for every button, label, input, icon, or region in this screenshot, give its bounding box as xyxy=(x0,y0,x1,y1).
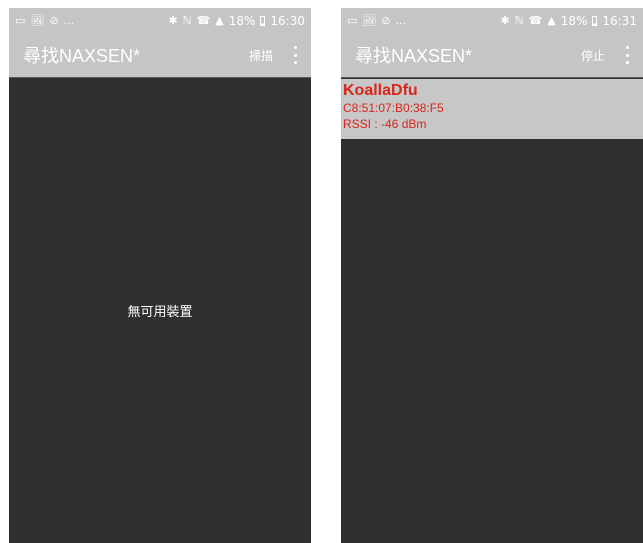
app-actions: 掃描 xyxy=(249,46,301,64)
overflow-menu-icon[interactable] xyxy=(621,46,633,64)
status-bar: ▭ 🖼 ⊘ ... ✱ ℕ ☎ ▲ 18% 16:30 xyxy=(9,8,311,33)
mute-icon: ℕ xyxy=(182,14,192,27)
more-notifications-icon: ... xyxy=(395,14,407,27)
battery-icon xyxy=(260,15,266,26)
wifi-icon: ☎ xyxy=(196,14,211,27)
overflow-menu-icon[interactable] xyxy=(289,46,301,64)
app-title: 尋找NAXSEN* xyxy=(23,46,141,66)
empty-message: 無可用裝置 xyxy=(127,305,193,320)
status-left-icons: ▭ 🖼 ⊘ ... xyxy=(347,15,406,26)
status-left-icons: ▭ 🖼 ⊘ ... xyxy=(15,15,74,26)
app-bar: 尋找NAXSEN* 停止 xyxy=(341,33,643,78)
block-icon: ⊘ xyxy=(381,14,391,27)
phone-screen-scan: ▭ 🖼 ⊘ ... ✱ ℕ ☎ ▲ 18% 16:30 尋找NAXSEN* 掃描… xyxy=(9,8,311,543)
app-actions: 停止 xyxy=(581,46,633,64)
signal-icon: ▲ xyxy=(547,14,556,27)
status-bar: ▭ 🖼 ⊘ ... ✱ ℕ ☎ ▲ 18% 16:31 xyxy=(341,8,643,33)
battery-percent: 18% xyxy=(228,13,256,28)
status-right: ✱ ℕ ☎ ▲ 18% 16:30 xyxy=(169,14,305,28)
screenshot-icon: ▭ xyxy=(15,14,26,27)
app-title: 尋找NAXSEN* xyxy=(355,46,473,66)
image-icon: 🖼 xyxy=(30,14,45,27)
status-time: 16:30 xyxy=(270,13,305,28)
scan-button[interactable]: 掃描 xyxy=(249,47,273,64)
bluetooth-icon: ✱ xyxy=(500,14,510,27)
device-name: KoallaDfu xyxy=(343,82,418,99)
status-time: 16:31 xyxy=(602,13,637,28)
wifi-icon: ☎ xyxy=(528,14,543,27)
phone-screen-results: ▭ 🖼 ⊘ ... ✱ ℕ ☎ ▲ 18% 16:31 尋找NAXSEN* 停止… xyxy=(341,8,643,543)
more-notifications-icon: ... xyxy=(63,14,75,27)
list-item[interactable]: KoallaDfu C8:51:07:B0:38:F5 RSSI : -46 d… xyxy=(341,79,643,139)
status-right: ✱ ℕ ☎ ▲ 18% 16:31 xyxy=(501,14,637,28)
screenshot-icon: ▭ xyxy=(347,14,358,27)
mute-icon: ℕ xyxy=(514,14,524,27)
bluetooth-icon: ✱ xyxy=(168,14,178,27)
battery-icon xyxy=(592,15,598,26)
device-address: C8:51:07:B0:38:F5 xyxy=(343,101,444,115)
signal-icon: ▲ xyxy=(215,14,224,27)
battery-percent: 18% xyxy=(560,13,588,28)
device-rssi: RSSI : -46 dBm xyxy=(343,117,427,131)
image-icon: 🖼 xyxy=(362,14,377,27)
stop-button[interactable]: 停止 xyxy=(581,47,605,64)
app-bar: 尋找NAXSEN* 掃描 xyxy=(9,33,311,78)
device-list-empty: 無可用裝置 xyxy=(9,78,311,543)
device-list: KoallaDfu C8:51:07:B0:38:F5 RSSI : -46 d… xyxy=(341,79,643,139)
block-icon: ⊘ xyxy=(49,14,59,27)
